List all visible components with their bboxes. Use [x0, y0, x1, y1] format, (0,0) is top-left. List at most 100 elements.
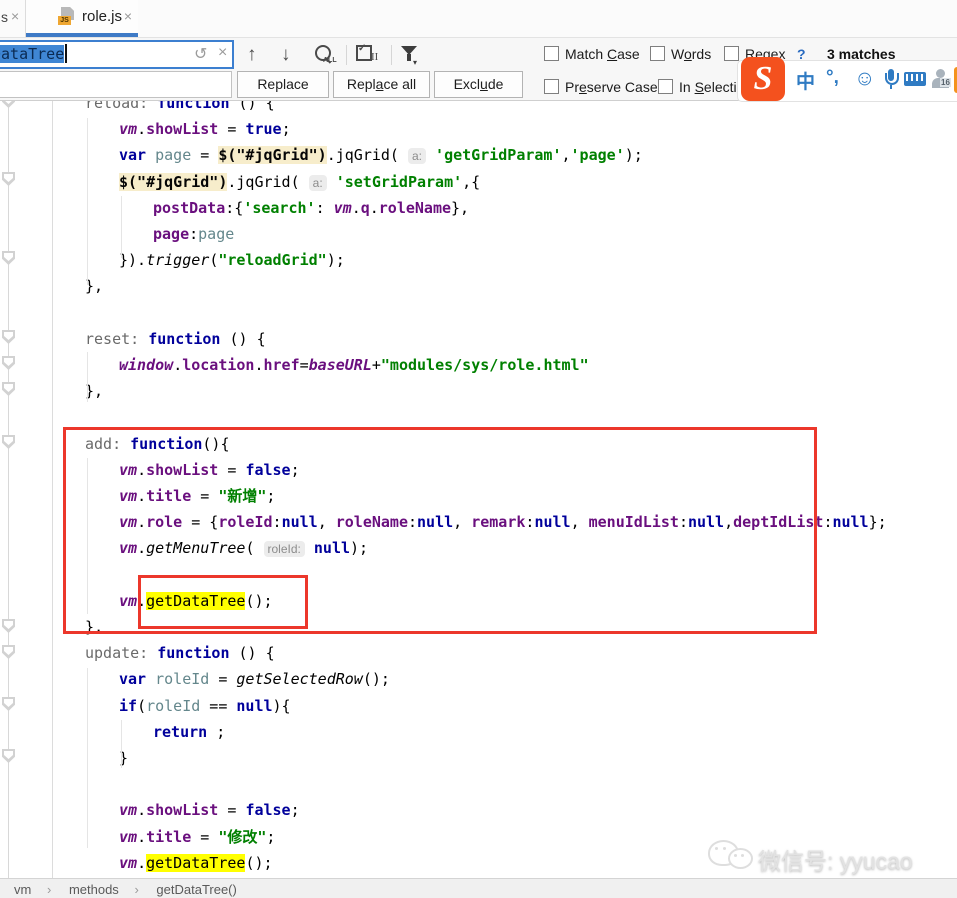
code-token: , — [570, 513, 589, 531]
code-token: : — [315, 199, 334, 217]
code-token: "modules/sys/role.html" — [380, 356, 589, 374]
code-line[interactable]: reset: function () { — [85, 326, 266, 352]
code-token: null — [417, 513, 454, 531]
code-token: vm — [119, 120, 138, 138]
code-token: = — [191, 828, 219, 846]
code-line[interactable]: vm.getDataTree(); — [119, 850, 273, 876]
ide-window: reload: function () {vm.showList = true;… — [0, 0, 957, 898]
close-icon[interactable]: × — [11, 8, 19, 24]
voice-input-icon[interactable] — [884, 69, 899, 91]
code-line[interactable]: vm.title = "新增"; — [119, 483, 275, 509]
search-input[interactable]: DataTree ↺ × — [0, 40, 234, 69]
fold-marker-icon[interactable] — [2, 697, 15, 711]
preserve-case-checkbox[interactable] — [544, 79, 559, 94]
regex-checkbox[interactable] — [724, 46, 739, 61]
breadcrumb-separator: › — [134, 882, 139, 897]
tab-bar: s × JS role.js × — [0, 0, 957, 38]
chinese-english-toggle-icon[interactable]: 中 — [796, 67, 815, 94]
code-token: return — [153, 723, 208, 741]
fold-marker-icon[interactable] — [2, 172, 15, 186]
code-token: = { — [182, 513, 219, 531]
code-token: 'search' — [243, 199, 316, 217]
select-all-occurrences-icon[interactable]: ✓ II — [356, 43, 382, 67]
indent-guide — [87, 352, 88, 402]
code-line[interactable]: vm.getMenuTree( roleId: null); — [119, 535, 368, 561]
keyboard-icon[interactable] — [904, 72, 926, 86]
fold-marker-icon[interactable] — [2, 382, 15, 396]
code-line[interactable]: page:page — [153, 221, 234, 247]
filter-icon[interactable]: ▾ — [401, 46, 423, 68]
code-token: showList — [146, 461, 219, 479]
indent-guide — [87, 668, 88, 848]
clear-search-icon[interactable]: × — [218, 44, 227, 62]
in-selection-checkbox[interactable] — [658, 79, 673, 94]
code-token: null — [687, 513, 725, 531]
code-token: . — [254, 356, 264, 374]
code-token: = — [218, 461, 246, 479]
breadcrumb-item-getdatatree[interactable]: getDataTree() — [156, 882, 236, 897]
fold-marker-icon[interactable] — [2, 356, 15, 370]
indent-guide — [121, 720, 122, 768]
sogou-logo-icon[interactable]: S — [741, 57, 785, 101]
tab-partial-label: s — [1, 9, 8, 25]
code-line[interactable]: var page = $("#jqGrid").jqGrid( a: 'getG… — [119, 142, 643, 168]
code-token: : — [408, 513, 418, 531]
code-token: vm — [119, 801, 138, 819]
fold-marker-icon[interactable] — [2, 619, 15, 633]
fold-marker-icon[interactable] — [2, 251, 15, 265]
code-token: null — [313, 539, 351, 557]
next-occurrence-icon[interactable]: ↓ — [281, 44, 291, 66]
code-token: ; — [290, 461, 300, 479]
code-line[interactable]: update: function () { — [85, 640, 275, 666]
code-token: ; — [266, 487, 276, 505]
code-line[interactable]: var roleId = getSelectedRow(); — [119, 666, 390, 692]
fold-marker-icon[interactable] — [2, 330, 15, 344]
emoji-icon[interactable]: ☺ — [854, 67, 875, 91]
punctuation-icon[interactable]: °, — [826, 67, 839, 89]
breadcrumb-item-vm[interactable]: vm — [14, 882, 31, 897]
code-line[interactable]: vm.role = {roleId:null, roleName:null, r… — [119, 509, 887, 535]
breadcrumb-item-methods[interactable]: methods — [69, 882, 119, 897]
previous-occurrence-icon[interactable]: ↑ — [247, 44, 257, 66]
fold-marker-icon[interactable] — [2, 435, 15, 449]
search-match-highlight: getDataTree — [146, 592, 246, 610]
code-line[interactable]: vm.title = "修改"; — [119, 824, 275, 850]
code-token: . — [137, 461, 147, 479]
tab-partial[interactable]: s × — [0, 0, 26, 37]
tab-role-js[interactable]: JS role.js × — [26, 0, 138, 37]
replace-all-button[interactable]: Replace all — [333, 71, 430, 98]
code-token: () { — [229, 644, 275, 662]
close-icon[interactable]: × — [124, 8, 132, 24]
code-token: "修改" — [218, 828, 267, 846]
replace-input[interactable] — [0, 71, 232, 98]
code-line[interactable]: return ; — [153, 719, 225, 745]
code-line[interactable]: }, — [85, 614, 103, 640]
code-line[interactable]: vm.showList = false; — [119, 457, 300, 483]
replace-button[interactable]: Replace — [237, 71, 329, 98]
search-history-icon[interactable]: ↺ — [194, 44, 207, 64]
code-line[interactable]: vm.showList = false; — [119, 797, 300, 823]
code-line[interactable]: vm.showList = true; — [119, 116, 291, 142]
fold-marker-icon[interactable] — [2, 645, 15, 659]
fold-marker-icon[interactable] — [2, 749, 15, 763]
exclude-button[interactable]: Exclude — [434, 71, 523, 98]
code-line[interactable]: }).trigger("reloadGrid"); — [119, 247, 345, 273]
code-line[interactable]: vm.getDataTree(); — [119, 588, 273, 614]
account-icon[interactable]: 16 — [932, 69, 952, 91]
code-token: ( — [137, 697, 147, 715]
match-case-checkbox[interactable] — [544, 46, 559, 61]
code-line[interactable]: $("#jqGrid").jqGrid( a: 'setGridParam',{ — [119, 169, 480, 195]
find-all-icon[interactable]: ALL — [313, 45, 339, 67]
code-token: roleId — [146, 697, 201, 715]
code-line[interactable]: window.location.href=baseURL+"modules/sy… — [119, 352, 589, 378]
words-checkbox[interactable] — [650, 46, 665, 61]
code-token: ); — [350, 539, 369, 557]
code-token: roleId: — [263, 541, 305, 557]
code-token: vm — [119, 539, 138, 557]
code-editor[interactable]: reload: function () {vm.showList = true;… — [0, 0, 957, 878]
code-line[interactable]: add: function(){ — [85, 431, 230, 457]
code-line[interactable]: if(roleId == null){ — [119, 693, 291, 719]
code-line[interactable]: postData:{'search': vm.q.roleName}, — [153, 195, 469, 221]
